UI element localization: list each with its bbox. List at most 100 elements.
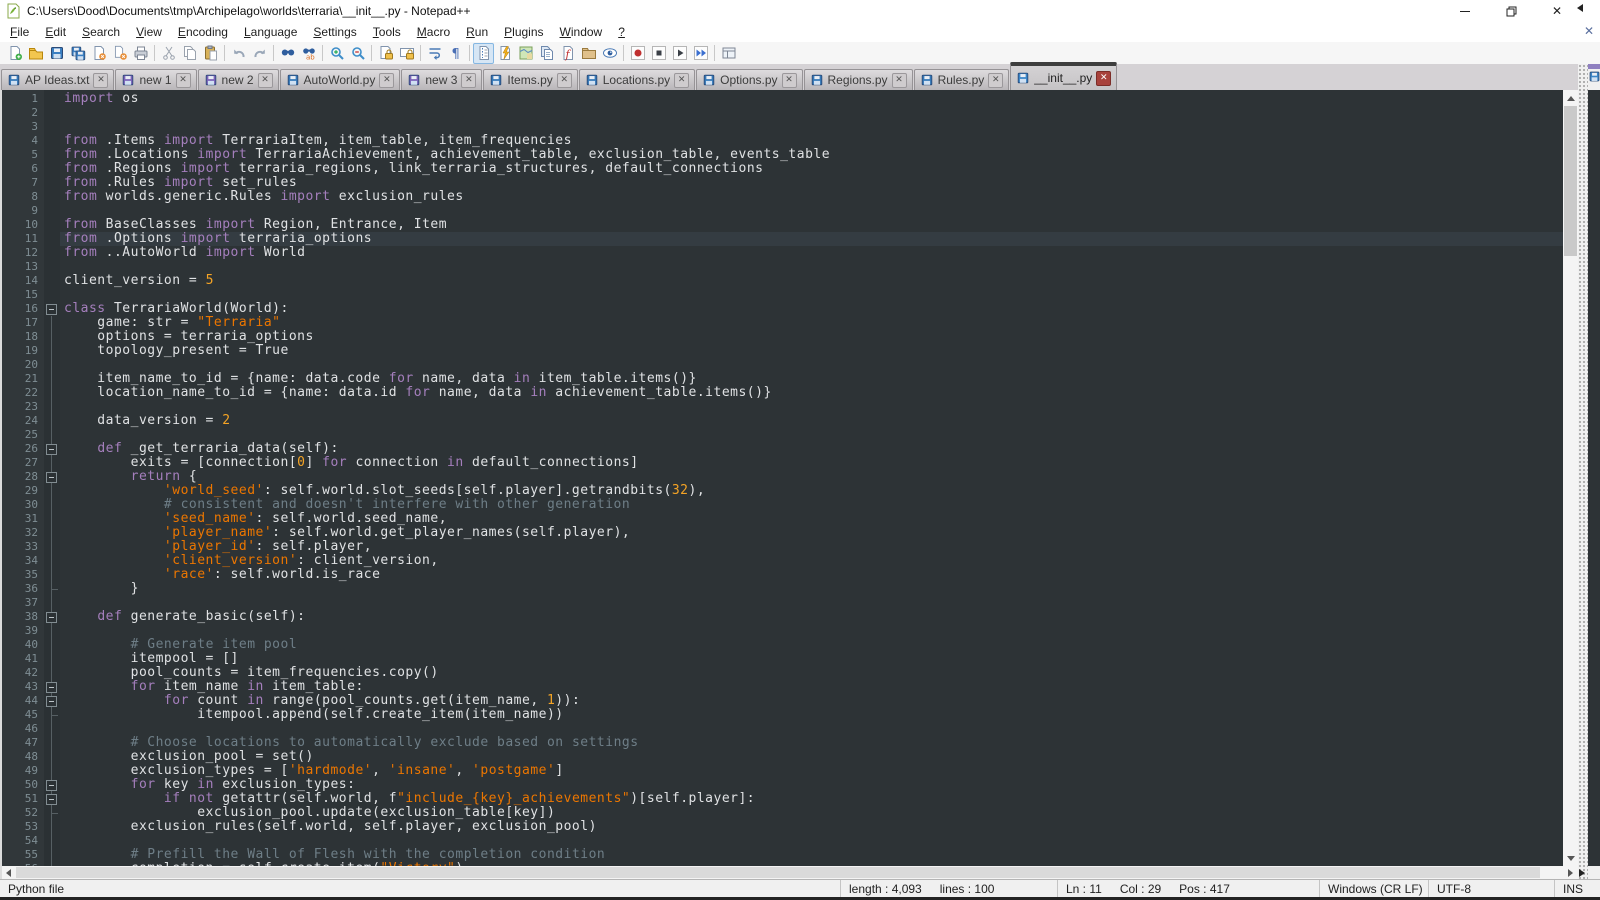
tab-scroll-left-icon[interactable] [1573, 4, 1583, 12]
menu-item-macro[interactable]: Macro [409, 23, 458, 41]
folder-as-workspace-icon[interactable] [578, 43, 599, 64]
macro-stop-icon[interactable] [648, 43, 669, 64]
code-text[interactable]: itempool = [] [60, 652, 1563, 666]
second-view-editor[interactable] [1588, 90, 1600, 866]
copy-icon[interactable] [179, 43, 200, 64]
tab-autoworld-py[interactable]: AutoWorld.py✕ [280, 69, 401, 90]
code-text[interactable]: exclusion_pool = set() [60, 750, 1563, 764]
second-view-tab[interactable] [1588, 70, 1600, 88]
fold-collapse-icon[interactable] [46, 682, 57, 693]
close-icon[interactable] [88, 43, 109, 64]
code-text[interactable] [60, 260, 1563, 274]
code-text[interactable] [60, 106, 1563, 120]
close-all-icon[interactable] [109, 43, 130, 64]
code-text[interactable]: 'player_name': self.world.get_player_nam… [60, 526, 1563, 540]
code-text[interactable] [60, 358, 1563, 372]
code-text[interactable]: from .Items import TerrariaItem, item_ta… [60, 134, 1563, 148]
code-text[interactable]: itempool.append(self.create_item(item_na… [60, 708, 1563, 722]
tab-close-icon[interactable]: ✕ [461, 73, 476, 88]
tab-close-icon[interactable]: ✕ [379, 73, 394, 88]
function-list-icon[interactable]: f [557, 43, 578, 64]
zoom-out-icon[interactable] [347, 43, 368, 64]
code-text[interactable]: client_version = 5 [60, 274, 1563, 288]
macro-record-icon[interactable] [627, 43, 648, 64]
menu-item-file[interactable]: File [2, 23, 37, 41]
menu-item-help[interactable]: ? [610, 23, 633, 41]
document-map-icon[interactable] [515, 43, 536, 64]
code-text[interactable]: from ..AutoWorld import World [60, 246, 1563, 260]
code-text[interactable] [60, 428, 1563, 442]
code-text[interactable] [60, 288, 1563, 302]
code-text[interactable]: for item_name in item_table: [60, 680, 1563, 694]
menu-item-tools[interactable]: Tools [365, 23, 409, 41]
code-text[interactable]: from .Locations import TerrariaAchieveme… [60, 148, 1563, 162]
code-text[interactable]: if not getattr(self.world, f"include_{ke… [60, 792, 1563, 806]
tab-ap-ideas-txt[interactable]: AP Ideas.txt✕ [1, 69, 114, 90]
fold-collapse-icon[interactable] [46, 696, 57, 707]
show-indent-guide-icon[interactable] [473, 43, 494, 64]
tab-close-icon[interactable]: ✕ [674, 73, 689, 88]
tab-close-icon[interactable]: ✕ [258, 73, 273, 88]
code-text[interactable] [60, 400, 1563, 414]
code-text[interactable]: data_version = 2 [60, 414, 1563, 428]
vertical-scrollbar-thumb[interactable] [1564, 106, 1577, 256]
tab-options-py[interactable]: Options.py✕ [696, 69, 802, 90]
save-icon[interactable] [46, 43, 67, 64]
code-text[interactable]: options = terraria_options [60, 330, 1563, 344]
tab-rules-py[interactable]: Rules.py✕ [914, 69, 1010, 90]
tab-regions-py[interactable]: Regions.py✕ [804, 69, 913, 90]
code-text[interactable] [60, 596, 1563, 610]
code-text[interactable]: def generate_basic(self): [60, 610, 1563, 624]
code-text[interactable]: exclusion_rules(self.world, self.player,… [60, 820, 1563, 834]
tab-close-icon[interactable]: ✕ [176, 73, 191, 88]
tab-new-1[interactable]: new 1✕ [115, 69, 196, 90]
menu-item-language[interactable]: Language [236, 23, 305, 41]
restore-button[interactable] [1488, 0, 1534, 22]
code-text[interactable]: 'client_version': client_version, [60, 554, 1563, 568]
code-text[interactable] [60, 204, 1563, 218]
tab-close-icon[interactable]: ✕ [988, 73, 1003, 88]
tab-close-icon[interactable]: ✕ [93, 73, 108, 88]
tab-close-icon[interactable]: ✕ [892, 73, 907, 88]
code-editor[interactable]: 1import os234from .Items import Terraria… [0, 90, 1563, 868]
code-text[interactable]: location_name_to_id = {name: data.id for… [60, 386, 1563, 400]
horizontal-scrollbar[interactable] [0, 866, 1578, 879]
menu-item-edit[interactable]: Edit [37, 23, 74, 41]
code-text[interactable]: from .Regions import terraria_regions, l… [60, 162, 1563, 176]
menu-item-encoding[interactable]: Encoding [170, 23, 236, 41]
code-text[interactable]: exclusion_pool.update(exclusion_table[ke… [60, 806, 1563, 820]
code-text[interactable]: 'player_id': self.player, [60, 540, 1563, 554]
code-text[interactable]: for key in exclusion_types: [60, 778, 1563, 792]
code-text[interactable]: def _get_terraria_data(self): [60, 442, 1563, 456]
redo-icon[interactable] [249, 43, 270, 64]
title-bar[interactable]: C:\Users\Dood\Documents\tmp\Archipelago\… [0, 0, 1600, 22]
code-text[interactable]: 'world_seed': self.world.slot_seeds[self… [60, 484, 1563, 498]
code-text[interactable]: # Choose locations to automatically excl… [60, 736, 1563, 750]
menu-item-run[interactable]: Run [458, 23, 496, 41]
code-text[interactable]: return { [60, 470, 1563, 484]
code-text[interactable]: from .Rules import set_rules [60, 176, 1563, 190]
fold-collapse-icon[interactable] [46, 612, 57, 623]
code-text[interactable]: 'race': self.world.is_race [60, 568, 1563, 582]
changes-panel-icon[interactable] [718, 43, 739, 64]
macro-play-icon[interactable] [669, 43, 690, 64]
tab-close-icon[interactable]: ✕ [1096, 71, 1111, 86]
code-text[interactable]: # Generate item pool [60, 638, 1563, 652]
macro-run-multiple-icon[interactable] [690, 43, 711, 64]
tab-close-icon[interactable]: ✕ [782, 73, 797, 88]
undo-icon[interactable] [228, 43, 249, 64]
tab-init-py[interactable]: __init__.py✕ [1010, 62, 1117, 90]
code-text[interactable]: 'seed_name': self.world.seed_name, [60, 512, 1563, 526]
print-icon[interactable] [130, 43, 151, 64]
menu-item-plugins[interactable]: Plugins [496, 23, 551, 41]
fold-collapse-icon[interactable] [46, 780, 57, 791]
tab-new-2[interactable]: new 2✕ [198, 69, 279, 90]
menu-item-search[interactable]: Search [74, 23, 128, 41]
cut-icon[interactable] [158, 43, 179, 64]
code-text[interactable] [60, 834, 1563, 848]
code-text[interactable]: # Prefill the Wall of Flesh with the com… [60, 848, 1563, 862]
word-wrap-icon[interactable] [424, 43, 445, 64]
menu-item-window[interactable]: Window [552, 23, 611, 41]
fold-collapse-icon[interactable] [46, 444, 57, 455]
code-text[interactable]: from .Options import terraria_options [60, 232, 1563, 246]
